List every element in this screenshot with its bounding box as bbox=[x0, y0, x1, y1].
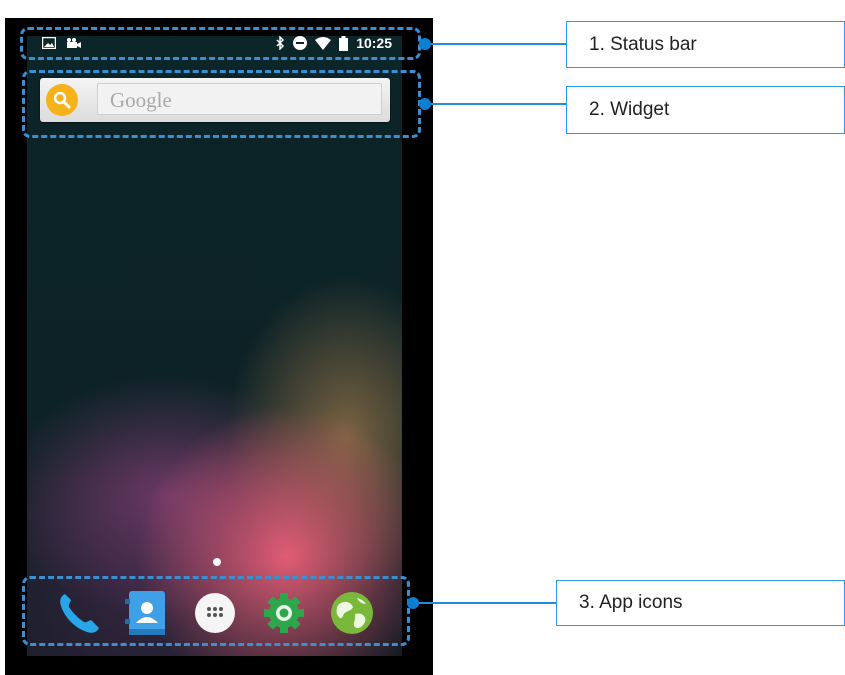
status-bar-callout-dot bbox=[419, 38, 431, 50]
status-bar-callout-label: 1. Status bar bbox=[589, 33, 697, 55]
widget-highlight bbox=[22, 70, 421, 138]
status-bar-callout: 1. Status bar bbox=[566, 21, 845, 68]
widget-callout-dot bbox=[419, 98, 431, 110]
app-icons-highlight bbox=[22, 576, 410, 646]
widget-callout: 2. Widget bbox=[566, 86, 845, 134]
widget-callout-label: 2. Widget bbox=[589, 99, 670, 120]
app-icons-callout-dot bbox=[407, 597, 419, 609]
widget-connector bbox=[431, 103, 567, 105]
app-icons-callout-label: 3. App icons bbox=[579, 592, 683, 613]
page-indicator-dot bbox=[213, 558, 221, 566]
app-icons-connector bbox=[419, 602, 557, 604]
status-bar-highlight bbox=[20, 27, 421, 60]
app-icons-callout: 3. App icons bbox=[556, 580, 845, 626]
status-bar-connector bbox=[431, 43, 567, 45]
